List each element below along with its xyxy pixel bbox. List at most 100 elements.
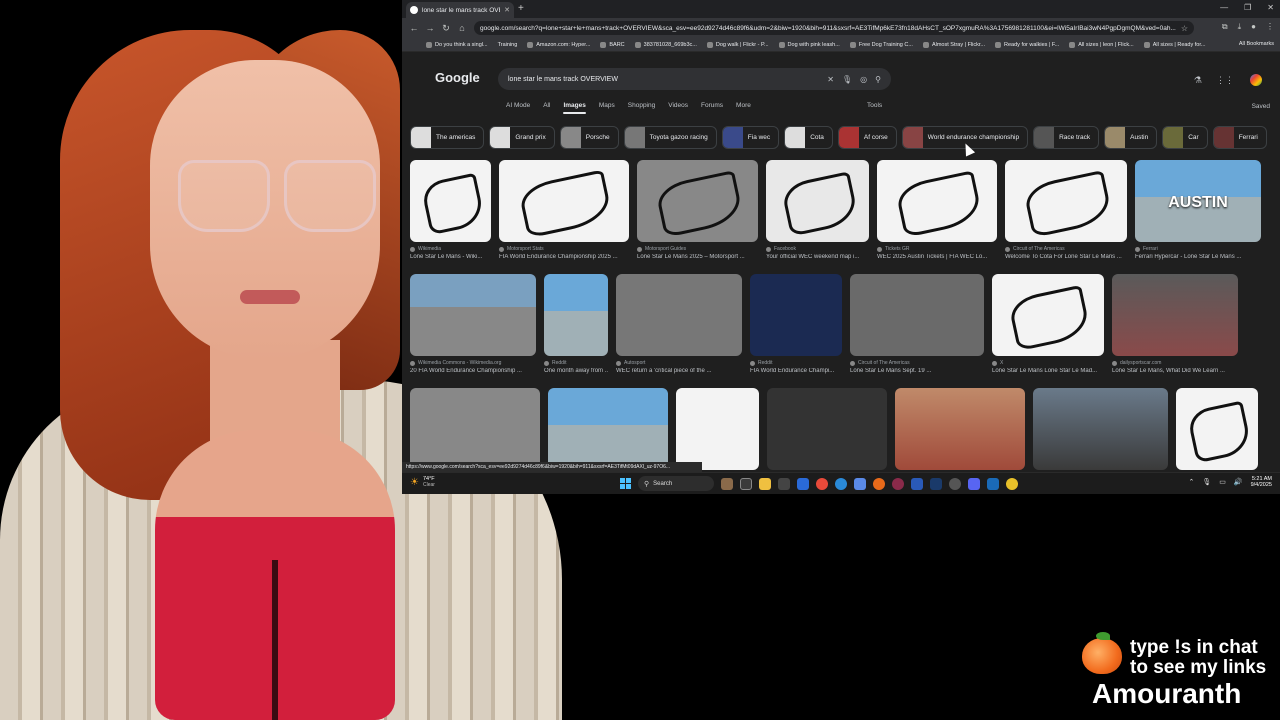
opera-icon[interactable] [892, 477, 904, 490]
app-icon[interactable] [911, 477, 923, 490]
search-input[interactable]: lone star le mans track OVERVIEW ✕ 🎙 ◎ ⚲ [498, 68, 891, 90]
widget-icon[interactable] [721, 477, 733, 490]
image-result[interactable] [410, 388, 540, 470]
bookmark-item[interactable]: Dog with pink leash... [778, 41, 840, 48]
url-field[interactable]: google.com/search?q=lone+star+le+mans+tr… [474, 21, 1194, 35]
image-result[interactable]: AUSTIN Ferrari Ferrari Hypercar - Lone S… [1135, 160, 1261, 260]
chrome-icon[interactable] [816, 477, 828, 490]
firefox-icon[interactable] [873, 477, 885, 490]
taskbar-search[interactable]: ⚲ Search [638, 476, 714, 491]
tab-shopping[interactable]: Shopping [628, 102, 655, 114]
chevron-up-icon[interactable]: ⌃ [1188, 478, 1194, 486]
browser-tab[interactable]: lone star le mans track OVERVIE ✕ [406, 2, 514, 18]
chip[interactable]: Toyota gazoo racing [623, 126, 717, 149]
bookmark-item[interactable]: Training [498, 42, 518, 48]
new-tab-icon[interactable]: + [518, 3, 524, 14]
reload-icon[interactable]: ↻ [438, 23, 454, 34]
store-icon[interactable] [797, 477, 809, 490]
image-result[interactable]: Reddit FIA World Endurance Champi... [750, 274, 842, 374]
image-result[interactable]: Motorsport Guides Lone Star Le Mans 2025… [637, 160, 758, 260]
bookmark-item[interactable]: BARC [600, 41, 625, 48]
obs-icon[interactable] [949, 477, 961, 490]
mic-icon[interactable]: 🎙 [1202, 478, 1211, 486]
bookmark-item[interactable]: All sizes | leon | Flick... [1069, 41, 1134, 48]
mic-icon[interactable]: 🎙 [842, 75, 852, 84]
steam-icon[interactable] [930, 477, 942, 490]
bookmark-item[interactable]: Ready for walkies | F... [995, 41, 1059, 48]
image-result[interactable]: X Lone Star Le Mans Lone Star Le Mad... [992, 274, 1104, 374]
minimize-icon[interactable]: — [1220, 3, 1228, 12]
apps-grid-icon[interactable]: ⋮⋮ [1216, 75, 1234, 86]
image-result[interactable] [1033, 388, 1168, 470]
bookmark-item[interactable]: Amazon.com: Hyper... [527, 41, 590, 48]
forward-icon[interactable]: → [422, 23, 438, 33]
bookmark-star-icon[interactable]: ☆ [1181, 24, 1188, 33]
bookmark-item[interactable]: Free Dog Training C... [849, 41, 913, 48]
bookmark-item[interactable]: Do you think a singl... [426, 41, 488, 48]
image-result[interactable]: Motorsport Stats FIA World Endurance Cha… [499, 160, 629, 260]
photoshop-icon[interactable] [987, 477, 999, 490]
bookmark-item[interactable]: Dog walk | Flickr - P... [706, 41, 769, 48]
chip[interactable]: Ferrari [1212, 126, 1267, 149]
clock[interactable]: 5:21 AM 9/4/2025 [1251, 476, 1272, 488]
bookmark-item[interactable]: Almost Stray | Flickr... [922, 41, 985, 48]
chip[interactable]: Grand prix [489, 126, 555, 149]
edge-icon[interactable] [835, 477, 847, 490]
calculator-icon[interactable] [778, 477, 790, 490]
image-result[interactable]: Circuit of The Americas Welcome To Cota … [1005, 160, 1127, 260]
chip[interactable]: Fia wec [721, 126, 780, 149]
task-view-icon[interactable] [740, 477, 752, 490]
google-logo[interactable]: Google [435, 70, 480, 85]
image-result[interactable] [548, 388, 668, 470]
image-result[interactable]: Tickets GR WEC 2025 Austin Tickets | FIA… [877, 160, 997, 260]
chip[interactable]: The americas [410, 126, 485, 149]
downloads-icon[interactable]: ⤓ [1238, 22, 1242, 32]
image-result[interactable]: dailysportscar.com Lone Star Le Mans, Wh… [1112, 274, 1238, 374]
tab-videos[interactable]: Videos [668, 102, 688, 114]
avatar[interactable] [1248, 72, 1264, 88]
chip[interactable]: Austin [1104, 126, 1158, 149]
image-result[interactable] [767, 388, 887, 470]
bookmark-item[interactable]: 383781028_669b3c... [634, 41, 697, 48]
maximize-icon[interactable]: ❐ [1244, 3, 1251, 12]
back-icon[interactable]: ← [406, 23, 422, 33]
saved-button[interactable]: Saved [1252, 103, 1270, 110]
image-result[interactable] [676, 388, 759, 470]
chip[interactable]: Race track [1033, 126, 1100, 149]
start-icon[interactable] [620, 478, 631, 489]
menu-icon[interactable]: ⋮ [1266, 22, 1274, 32]
image-result[interactable]: Wikimedia Lone Star Le Mans - Wiki... [410, 160, 491, 260]
tab-more[interactable]: More [736, 102, 751, 114]
close-tab-icon[interactable]: ✕ [504, 6, 510, 14]
tab-ai-mode[interactable]: AI Mode [506, 102, 530, 114]
bookmark-item[interactable]: All sizes | Ready for... [1143, 41, 1205, 48]
image-result[interactable]: Reddit One month away from ... [544, 274, 608, 374]
tab-images[interactable]: Images [563, 102, 587, 114]
chip[interactable]: Af corse [837, 126, 897, 149]
image-result[interactable]: Facebook Your official WEC weekend map i… [766, 160, 869, 260]
tab-maps[interactable]: Maps [599, 102, 615, 114]
image-result[interactable] [1176, 388, 1258, 470]
app-icon[interactable] [854, 477, 866, 490]
volume-icon[interactable]: 🔊 [1234, 478, 1243, 486]
all-bookmarks-button[interactable]: All Bookmarks [1239, 41, 1274, 47]
discord-icon[interactable] [968, 477, 980, 490]
chip[interactable]: Porsche [559, 126, 619, 149]
chip[interactable]: Cota [784, 126, 833, 149]
tab-forums[interactable]: Forums [701, 102, 723, 114]
search-icon[interactable]: ⚲ [875, 75, 881, 84]
labs-icon[interactable]: ⚗ [1194, 75, 1202, 86]
tools-button[interactable]: Tools [867, 102, 882, 109]
image-result[interactable]: Autosport WEC return a 'critical piece o… [616, 274, 742, 374]
image-result[interactable] [895, 388, 1025, 470]
chip[interactable]: Car [1162, 126, 1208, 149]
extensions-icon[interactable]: ⧉ [1222, 22, 1228, 32]
network-icon[interactable]: ▭ [1219, 478, 1226, 486]
profile-icon[interactable]: ● [1251, 22, 1256, 32]
image-result[interactable]: Wikimedia Commons - Wikimedia.org 20 FIA… [410, 274, 536, 374]
lens-icon[interactable]: ◎ [860, 75, 867, 84]
home-icon[interactable]: ⌂ [454, 23, 470, 33]
close-window-icon[interactable]: ✕ [1267, 3, 1274, 12]
chrome-active-icon[interactable] [1006, 477, 1018, 490]
image-result[interactable]: Circuit of The Americas Lone Star Le Man… [850, 274, 984, 374]
